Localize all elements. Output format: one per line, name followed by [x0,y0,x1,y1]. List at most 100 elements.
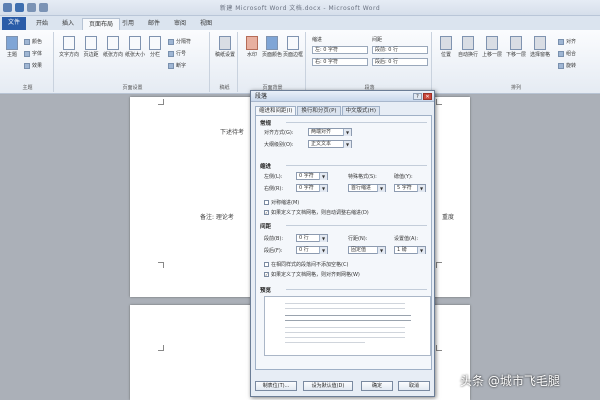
selection-pane-icon [534,36,546,50]
hyphenation-button[interactable]: 断字 [168,62,186,69]
preview-line [285,315,411,316]
breaks-icon [168,38,174,45]
orientation-icon [107,36,119,50]
group-page-background: 水印 页面颜色 页面边框 页面背景 [240,32,306,92]
spacing-title: 间距 [260,224,272,230]
dialog-title: 段落 [251,91,434,102]
margins-button[interactable]: 页边距 [80,36,102,58]
tab-view[interactable]: 视图 [194,18,218,30]
alignment-select[interactable]: 两端对齐 [308,128,352,136]
group-theme: 主题 颜色 字体 效果 主题 [2,32,54,92]
tab-review[interactable]: 审阅 [168,18,192,30]
page-color-icon [266,36,278,50]
theme-button[interactable]: 主题 [4,36,20,58]
snap-to-grid-checkbox[interactable]: ✓ 如果定义了文档网格，则对齐到网格(W) [264,271,360,278]
at-label: 设置值(A): [394,236,419,242]
bring-forward-button[interactable]: 上移一层 [480,36,504,58]
columns-button[interactable]: 分栏 [146,36,164,58]
tab-references[interactable]: 引用 [116,18,140,30]
watermark-button[interactable]: 水印 [242,36,262,58]
corner-mark [158,262,164,268]
tab-page-layout[interactable]: 页面布局 [82,18,121,30]
tab-mailings[interactable]: 邮件 [142,18,166,30]
rotate-button[interactable]: 旋转 [558,62,576,69]
position-button[interactable]: 位置 [436,36,456,58]
group-button[interactable]: 组合 [558,50,576,57]
theme-colors[interactable]: 颜色 [24,38,42,45]
tab-insert[interactable]: 插入 [56,18,80,30]
indent-left-spinner[interactable]: 0 字符 [296,172,328,180]
breaks-button[interactable]: 分隔符 [168,38,191,45]
preview-line [285,342,365,343]
divider [286,289,427,290]
tabs-button[interactable]: 制表位(T)... [255,381,297,391]
send-backward-icon [510,36,522,50]
theme-effects[interactable]: 效果 [24,62,42,69]
cancel-button[interactable]: 取消 [398,381,430,391]
preview-line [285,303,405,304]
help-icon[interactable]: ? [413,93,422,100]
no-space-same-style-checkbox[interactable]: 在相同样式的段落间不添加空格(C) [264,261,348,268]
theme-fonts[interactable]: 字体 [24,50,42,57]
columns-icon [149,36,161,50]
by-spinner[interactable]: 5 字符 [394,184,426,192]
page-borders-icon [287,36,299,50]
wrap-text-button[interactable]: 自动换行 [456,36,480,58]
indent-right-spinner[interactable]: 0 字符 [296,184,328,192]
checkbox-box: ✓ [264,210,269,215]
text-direction-icon [63,36,75,50]
group-label: 稿纸 [219,85,230,91]
corner-mark [158,99,164,105]
corner-mark [436,99,442,105]
checkbox-box: ✓ [264,272,269,277]
tab-file[interactable]: 文件 [2,17,27,30]
position-icon [440,36,452,50]
tab-line-page-breaks[interactable]: 换行和分页(P) [297,106,341,115]
after-spinner[interactable]: 0 行 [296,246,328,254]
spacing-after-field[interactable]: 段后: 0 行 [372,58,428,66]
line-numbers-button[interactable]: 行号 [168,50,186,57]
manuscript-button[interactable]: 稿纸设置 [215,36,235,58]
outline-level-select[interactable]: 正文文本 [308,140,352,148]
preview-line [285,308,405,309]
rotate-icon [558,62,564,69]
line-spacing-select[interactable]: 固定值 [348,246,386,254]
before-spinner[interactable]: 0 行 [296,234,328,242]
at-spinner[interactable]: 1 磅 [394,246,426,254]
title-bar: 新建 Microsoft Word 文档.docx - Microsoft Wo… [0,0,600,16]
send-backward-button[interactable]: 下移一层 [504,36,528,58]
spacing-before-field[interactable]: 段前: 0 行 [372,46,428,54]
set-default-button[interactable]: 设为默认值(D) [303,381,353,391]
outline-level-label: 大纲级别(O): [264,142,294,148]
size-button[interactable]: 纸张大小 [124,36,146,58]
indent-left-field[interactable]: 左: 0 字符 [312,46,368,54]
text-direction-button[interactable]: 文字方向 [58,36,80,58]
selection-pane-button[interactable]: 选择窗格 [528,36,552,58]
tab-asian-typography[interactable]: 中文版式(H) [341,106,380,115]
fonts-icon [24,50,30,57]
ok-button[interactable]: 确定 [361,381,393,391]
close-icon[interactable]: ✕ [423,93,432,100]
doc-line-2-end: 重度 [442,214,455,221]
doc-line-2: 备注: 理论考 [200,214,234,221]
auto-adjust-checkbox[interactable]: ✓ 如果定义了文档网格，则自动调整右缩进(D) [264,209,369,216]
tab-home[interactable]: 开始 [30,18,54,30]
manuscript-icon [219,36,231,50]
paragraph-dialog: 段落 ? ✕ 缩进和间距(I) 换行和分页(P) 中文版式(H) 常规 对齐方式… [250,90,435,397]
size-icon [129,36,141,50]
orientation-button[interactable]: 纸张方向 [102,36,124,58]
ribbon-tabs: 文件 开始 插入 页面布局 引用 邮件 审阅 视图 [0,16,600,30]
mirror-indents-checkbox[interactable]: 对称缩进(M) [264,199,299,206]
align-icon [558,38,564,45]
wrap-text-icon [462,36,474,50]
page-borders-button[interactable]: 页面边框 [282,36,304,58]
line-numbers-icon [168,50,174,57]
indent-title: 缩进 [260,164,272,170]
page-color-button[interactable]: 页面颜色 [262,36,282,58]
indent-right-field[interactable]: 右: 0 字符 [312,58,368,66]
corner-mark [158,345,164,351]
align-button[interactable]: 对齐 [558,38,576,45]
group-icon [558,50,564,57]
group-page-setup: 文字方向 页边距 纸张方向 纸张大小 分栏 分隔符 行号 断字 页面设置 [56,32,210,92]
special-select[interactable]: 首行缩进 [348,184,386,192]
